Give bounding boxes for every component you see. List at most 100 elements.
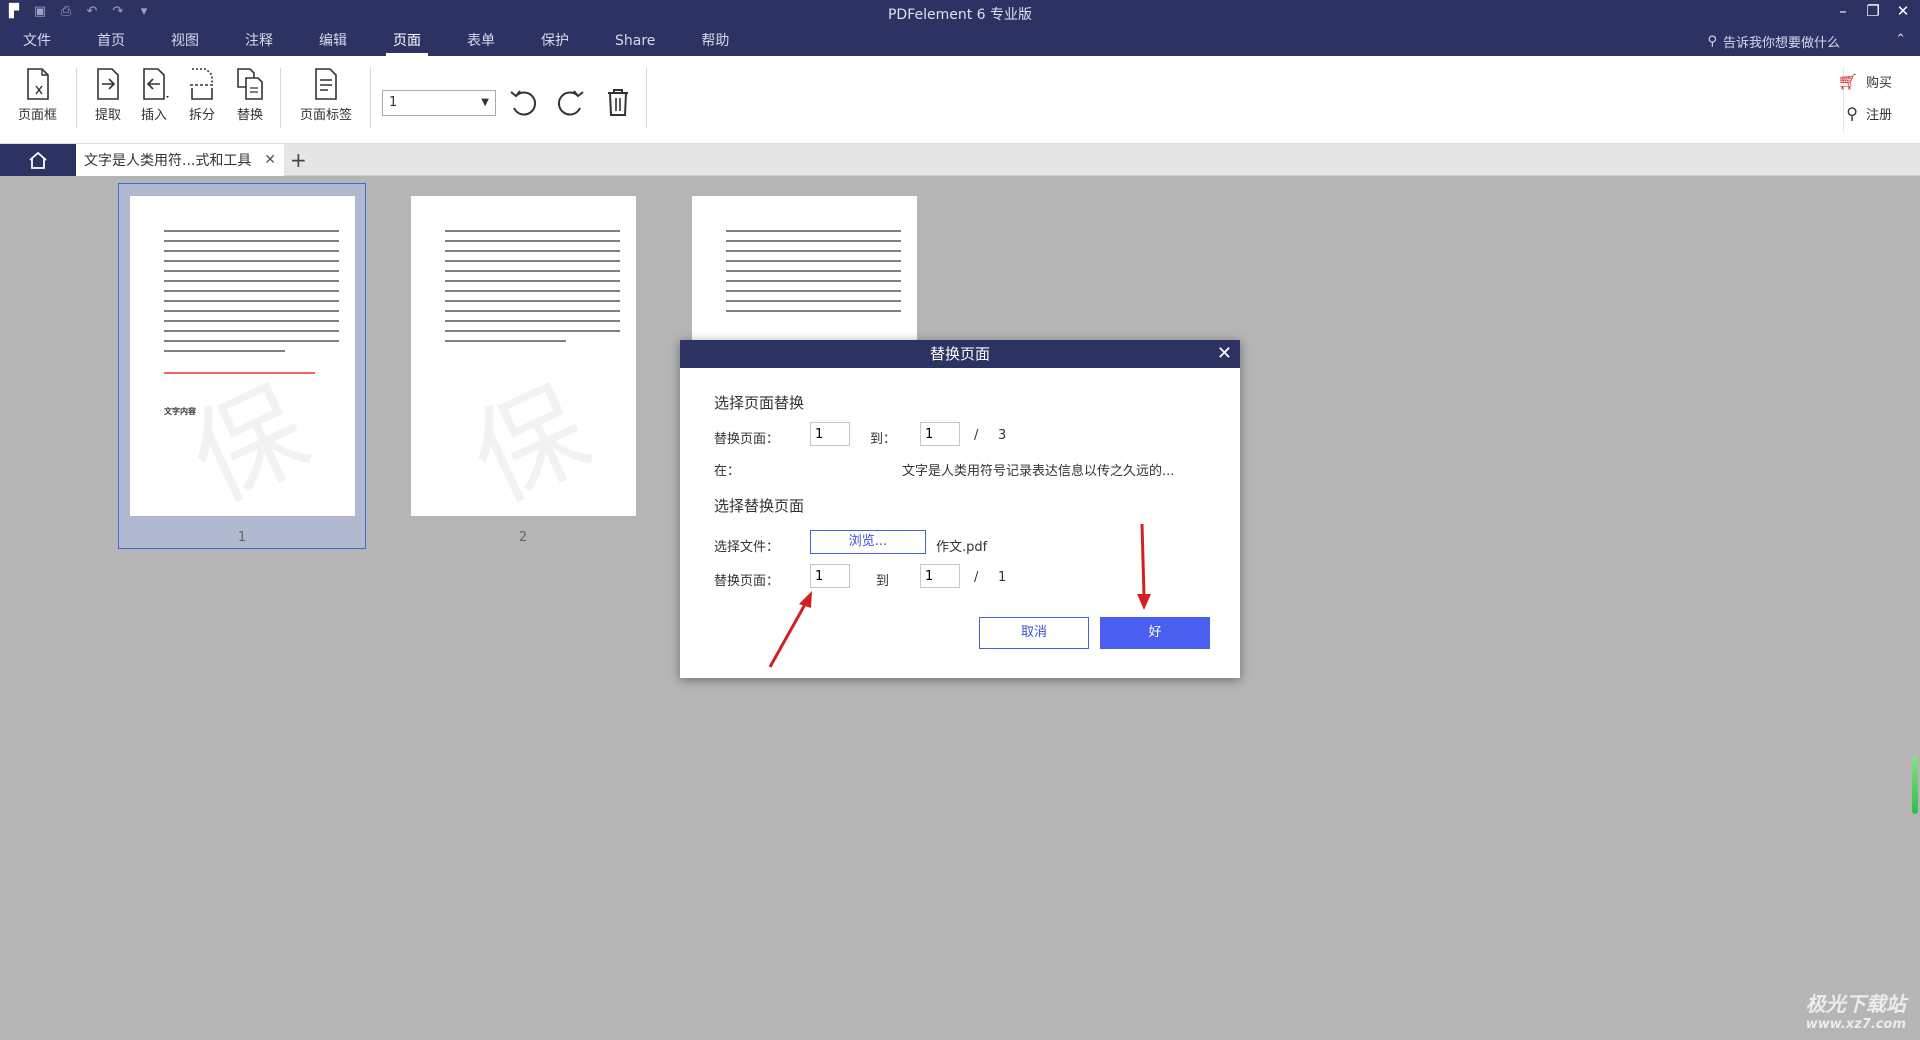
text-line (726, 240, 901, 242)
dialog-header: 替换页面 ✕ (680, 340, 1240, 368)
replace-from-input[interactable] (810, 422, 850, 446)
text-line (164, 340, 339, 342)
menu-page[interactable]: 页面 (370, 30, 444, 56)
replace-icon (237, 68, 263, 100)
document-name: 文字是人类用符号记录表达信息以传之久远的... (902, 464, 1175, 479)
collapse-ribbon-icon[interactable]: ⌃ (1895, 32, 1906, 47)
text-line (164, 290, 339, 292)
text-line (445, 300, 620, 302)
delete-page-icon[interactable] (600, 84, 636, 120)
close-tab-icon[interactable]: ✕ (264, 152, 276, 168)
menu-edit[interactable]: 编辑 (296, 30, 370, 56)
menu-file[interactable]: 文件 (0, 30, 74, 56)
ribbon-separator (76, 68, 77, 128)
page-number-select[interactable]: 1 ▼ (382, 90, 496, 116)
key-icon: ⚲ (1846, 104, 1858, 123)
text-line (164, 240, 339, 242)
menu-home[interactable]: 首页 (74, 30, 148, 56)
scroll-indicator[interactable] (1912, 756, 1918, 814)
page-number: 2 (518, 530, 528, 545)
text-line (726, 270, 901, 272)
slash-separator: / (974, 428, 979, 443)
text-line (164, 320, 339, 322)
register-label: 注册 (1865, 108, 1892, 123)
replacement-from-input[interactable] (810, 564, 850, 588)
text-line (445, 240, 620, 242)
section-select-replacement-pages: 选择替换页面 (714, 497, 805, 515)
replacement-pages-label: 替换页面： (714, 574, 780, 589)
ribbon-separator (280, 68, 281, 128)
document-tab[interactable]: 文字是人类用符...式和工具 ✕ (76, 144, 284, 176)
replacement-to-input[interactable] (920, 564, 960, 588)
split-icon (190, 68, 214, 100)
text-line (445, 230, 620, 232)
buy-button[interactable]: 🛒︎ 购买 (1838, 72, 1892, 91)
extract-button[interactable]: 提取 (92, 66, 124, 123)
new-tab-icon[interactable]: + (290, 148, 307, 172)
replace-label: 替换 (236, 108, 263, 123)
cancel-button[interactable]: 取消 (979, 617, 1089, 649)
total-pages: 3 (998, 428, 1007, 443)
replace-button[interactable]: 替换 (234, 66, 266, 123)
close-window-icon[interactable]: ✕ (1894, 2, 1912, 20)
home-tab[interactable] (0, 144, 76, 176)
document-tab-bar: 文字是人类用符...式和工具 ✕ + (0, 144, 1920, 176)
to-label: 到： (870, 432, 897, 447)
text-line (164, 280, 339, 282)
text-line (164, 250, 339, 252)
menu-protect[interactable]: 保护 (518, 30, 592, 56)
selected-file-name: 作文.pdf (936, 540, 988, 555)
page-box-button[interactable]: 页面框 (18, 66, 57, 123)
page-label-label: 页面标签 (300, 108, 353, 123)
insert-label: 插入 (140, 108, 167, 123)
split-button[interactable]: 拆分 (186, 66, 218, 123)
insert-button[interactable]: 插入 (138, 66, 170, 123)
lightbulb-icon: ⚲ (1707, 34, 1717, 49)
register-button[interactable]: ⚲ 注册 (1846, 104, 1892, 123)
close-dialog-icon[interactable]: ✕ (1217, 340, 1232, 368)
text-line (726, 290, 901, 292)
menu-share[interactable]: Share (592, 30, 678, 56)
replace-pages-label: 替换页面： (714, 432, 780, 447)
menu-form[interactable]: 表单 (444, 30, 518, 56)
menu-comment[interactable]: 注释 (222, 30, 296, 56)
tell-me-search[interactable]: ⚲ 告诉我你想要做什么 (1707, 32, 1840, 51)
text-line (445, 260, 620, 262)
site-watermark-logo: 极光下载站 www.xz7.com (1806, 988, 1906, 1032)
text-line (164, 350, 285, 352)
menu-view[interactable]: 视图 (148, 30, 222, 56)
watermark-line2: www.xz7.com (1805, 1017, 1906, 1032)
menu-bar: 文件 首页 视图 注释 编辑 页面 表单 保护 Share 帮助 (0, 30, 752, 56)
extract-icon (97, 68, 119, 100)
replace-to-input[interactable] (920, 422, 960, 446)
rotate-left-icon[interactable] (506, 84, 542, 120)
choose-file-label: 选择文件： (714, 540, 780, 555)
replace-pages-dialog: 替换页面 ✕ 选择页面替换 替换页面： 到： / 3 在： 文字是人类用符号记录… (680, 340, 1240, 678)
page-thumbnail[interactable]: 文字内容 保 (130, 196, 355, 516)
text-line (164, 300, 339, 302)
browse-button[interactable]: 浏览... (810, 530, 926, 554)
window-controls: – ❐ ✕ (1834, 2, 1912, 20)
text-line (726, 230, 901, 232)
page-thumbnail[interactable]: 保 (411, 196, 636, 516)
page-label-button[interactable]: 页面标签 (300, 66, 352, 123)
text-line (445, 250, 620, 252)
text-line (726, 300, 901, 302)
to-label: 到 (876, 574, 890, 589)
page-thumbnail[interactable] (692, 196, 917, 340)
text-line (164, 330, 339, 332)
text-line (445, 280, 620, 282)
page-watermark: 保 (172, 363, 327, 516)
extract-label: 提取 (94, 108, 121, 123)
page-box-label: 页面框 (18, 108, 58, 123)
text-line (445, 330, 620, 332)
ribbon-separator (646, 68, 647, 128)
document-tab-title: 文字是人类用符...式和工具 (84, 153, 252, 169)
maximize-icon[interactable]: ❐ (1864, 2, 1882, 20)
minimize-icon[interactable]: – (1834, 2, 1852, 20)
ok-button[interactable]: 好 (1100, 617, 1210, 649)
text-line (164, 310, 339, 312)
rotate-right-icon[interactable] (552, 84, 588, 120)
cart-icon: 🛒︎ (1837, 72, 1858, 91)
menu-help[interactable]: 帮助 (678, 30, 752, 56)
